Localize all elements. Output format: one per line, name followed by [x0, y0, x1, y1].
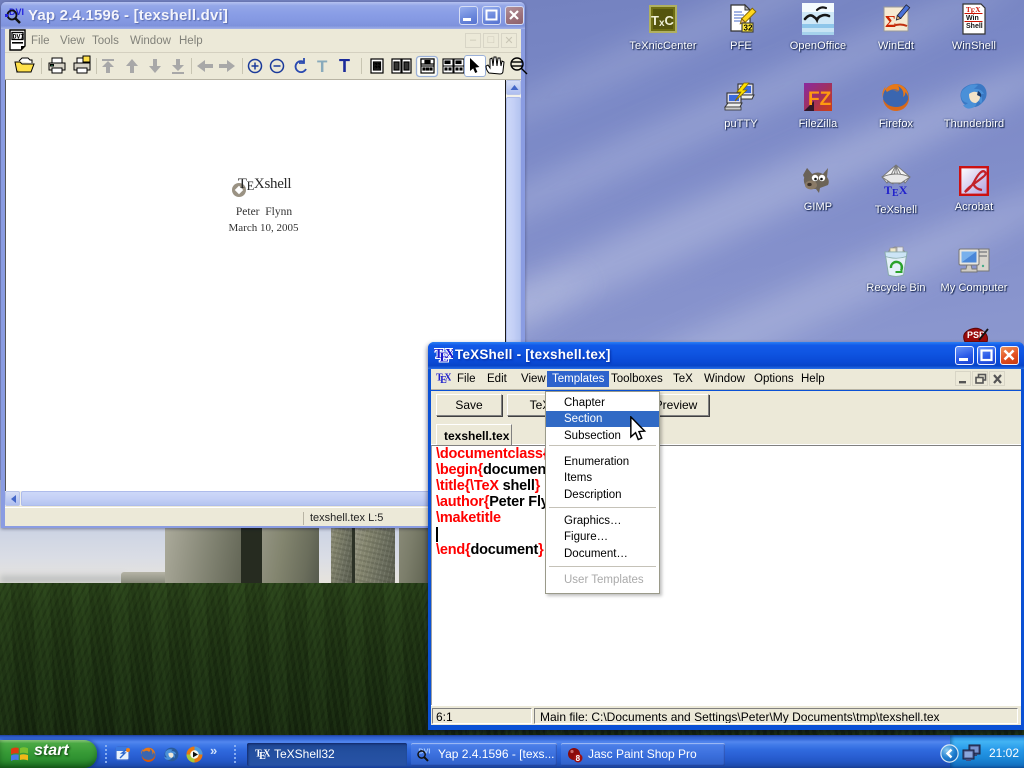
svg-text:X: X — [444, 373, 451, 384]
svg-text:32: 32 — [744, 24, 753, 33]
svg-text:Win: Win — [966, 15, 979, 22]
svg-text:TEX: TEX — [884, 183, 908, 199]
svg-text:T: T — [339, 56, 350, 76]
svg-text:T: T — [317, 57, 328, 76]
svg-text:X: X — [445, 347, 453, 362]
svg-text:X: X — [263, 749, 270, 760]
svg-text:FZ: FZ — [808, 89, 832, 110]
svg-text:Shell: Shell — [966, 23, 983, 30]
svg-text:DVI: DVI — [13, 34, 25, 41]
svg-text:8: 8 — [576, 754, 581, 763]
svg-text:Σ: Σ — [885, 12, 896, 31]
